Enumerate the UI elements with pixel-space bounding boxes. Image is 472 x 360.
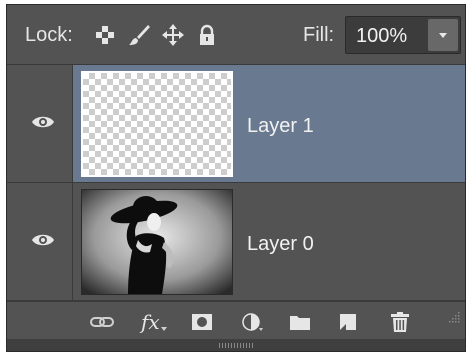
lock-position-icon[interactable] [161, 23, 185, 47]
layer-name[interactable]: Layer 1 [247, 115, 314, 138]
chevron-down-icon [161, 327, 167, 331]
drag-handle-icon[interactable] [219, 343, 255, 348]
visibility-column [7, 65, 73, 182]
lock-label: Lock: [25, 24, 73, 46]
new-layer-icon[interactable] [335, 311, 361, 333]
lock-fill-bar: Lock: Fill: 100% [7, 5, 465, 65]
photo-thumbnail-image [82, 190, 232, 294]
add-mask-icon[interactable] [189, 311, 215, 333]
fx-icon[interactable]: fx [139, 310, 167, 334]
layers-panel: Lock: Fill: 100% Layer 1 Layer 0 fx [6, 4, 466, 352]
adjustment-layer-icon[interactable] [239, 311, 265, 333]
lock-transparent-pixels-icon[interactable] [93, 23, 117, 47]
layer-row-layer-0[interactable]: Layer 0 [7, 183, 465, 301]
fill-opacity-field[interactable]: 100% [345, 16, 461, 54]
layer-name[interactable]: Layer 0 [247, 233, 314, 256]
fx-label: fx [141, 310, 160, 334]
fill-value[interactable]: 100% [356, 25, 407, 48]
link-layers-icon[interactable] [89, 311, 115, 333]
eye-icon[interactable] [31, 113, 55, 131]
lock-all-icon[interactable] [195, 23, 219, 47]
trash-icon[interactable] [387, 311, 413, 333]
layer-row-layer-1[interactable]: Layer 1 [7, 65, 465, 183]
resize-grip-icon[interactable] [449, 311, 461, 323]
eye-icon[interactable] [31, 231, 55, 249]
fill-label: Fill: [303, 24, 335, 46]
chevron-down-icon [439, 33, 447, 38]
lock-image-pixels-icon[interactable] [127, 23, 151, 47]
layer-thumbnail[interactable] [81, 71, 233, 177]
layer-thumbnail[interactable] [81, 189, 233, 295]
layers-footer-toolbar: fx [7, 301, 465, 339]
new-group-icon[interactable] [287, 311, 313, 333]
fill-dropdown-button[interactable] [428, 19, 458, 51]
panel-bottom-bar [7, 339, 465, 351]
visibility-column [7, 183, 73, 300]
